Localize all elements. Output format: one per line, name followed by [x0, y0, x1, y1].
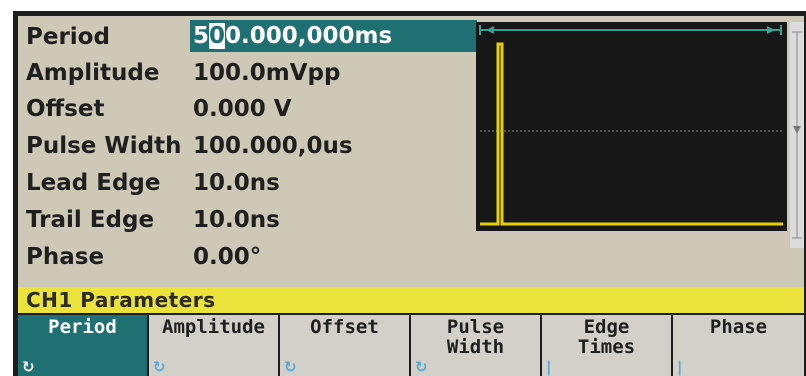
- lead-edge-label: Lead Edge: [26, 170, 161, 196]
- softkey-edge-times[interactable]: Edge Times |: [542, 315, 673, 376]
- span-right-arrow-icon: [767, 26, 775, 34]
- offset-scale-bar: [790, 22, 804, 248]
- softkey-offset[interactable]: Offset ↻: [280, 315, 411, 376]
- pulse-width-label: Pulse Width: [26, 133, 182, 159]
- softkey-phase[interactable]: Phase |: [673, 315, 804, 376]
- span-left-arrow-icon: [486, 26, 494, 34]
- waveform-graphic: [479, 25, 783, 226]
- parameter-panel: Period 500.000,000ms Amplitude 100.0mVpp…: [18, 16, 804, 287]
- rotate-knob-icon: ↻: [284, 358, 297, 376]
- softkey-label: Amplitude: [162, 316, 265, 338]
- instrument-display: Period 500.000,000ms Amplitude 100.0mVpp…: [13, 11, 806, 376]
- offset-value: 0.000 V: [193, 96, 292, 122]
- pulse-trace: [480, 42, 783, 226]
- offset-scale-graphic: [792, 31, 802, 239]
- softkey-label: Edge Times: [577, 316, 636, 358]
- softkey-label: Phase: [709, 316, 768, 338]
- submenu-bar-icon: |: [546, 358, 552, 376]
- offset-label: Offset: [26, 96, 105, 122]
- period-label: Period: [26, 24, 110, 50]
- channel-parameters-title: CH1 Parameters: [26, 288, 216, 312]
- amplitude-label: Amplitude: [26, 60, 160, 86]
- phase-label: Phase: [26, 244, 105, 270]
- status-bar: CH1 Parameters: [18, 287, 804, 313]
- rotate-knob-icon: ↻: [415, 358, 428, 376]
- softkey-label: Period: [48, 316, 117, 338]
- pulse-width-value: 100.000,0us: [193, 133, 353, 159]
- waveform-preview: [476, 22, 787, 231]
- period-value-prefix: 5: [193, 23, 210, 49]
- trail-edge-label: Trail Edge: [26, 207, 155, 233]
- softkey-label: Pulse Width: [446, 316, 505, 358]
- submenu-bar-icon: |: [677, 358, 683, 376]
- rotate-knob-icon: ↻: [153, 358, 166, 376]
- period-value-suffix: 0.000,000ms: [225, 23, 393, 49]
- lead-edge-value: 10.0ns: [193, 170, 280, 196]
- period-value[interactable]: 500.000,000ms: [193, 19, 392, 53]
- trail-edge-value: 10.0ns: [193, 207, 280, 233]
- softkey-amplitude[interactable]: Amplitude ↻: [149, 315, 280, 376]
- softkey-row: Period ↻ Amplitude ↻ Offset ↻ Pulse Widt…: [18, 315, 804, 376]
- offset-level-arrow-icon: [793, 126, 801, 134]
- amplitude-value: 100.0mVpp: [193, 60, 341, 86]
- phase-value: 0.00°: [193, 244, 262, 270]
- edit-cursor-digit[interactable]: 0: [209, 23, 226, 49]
- softkey-pulse-width[interactable]: Pulse Width ↻: [411, 315, 542, 376]
- softkey-period[interactable]: Period ↻: [18, 315, 149, 376]
- rotate-knob-icon: ↻: [22, 358, 35, 376]
- softkey-label: Offset: [310, 316, 379, 338]
